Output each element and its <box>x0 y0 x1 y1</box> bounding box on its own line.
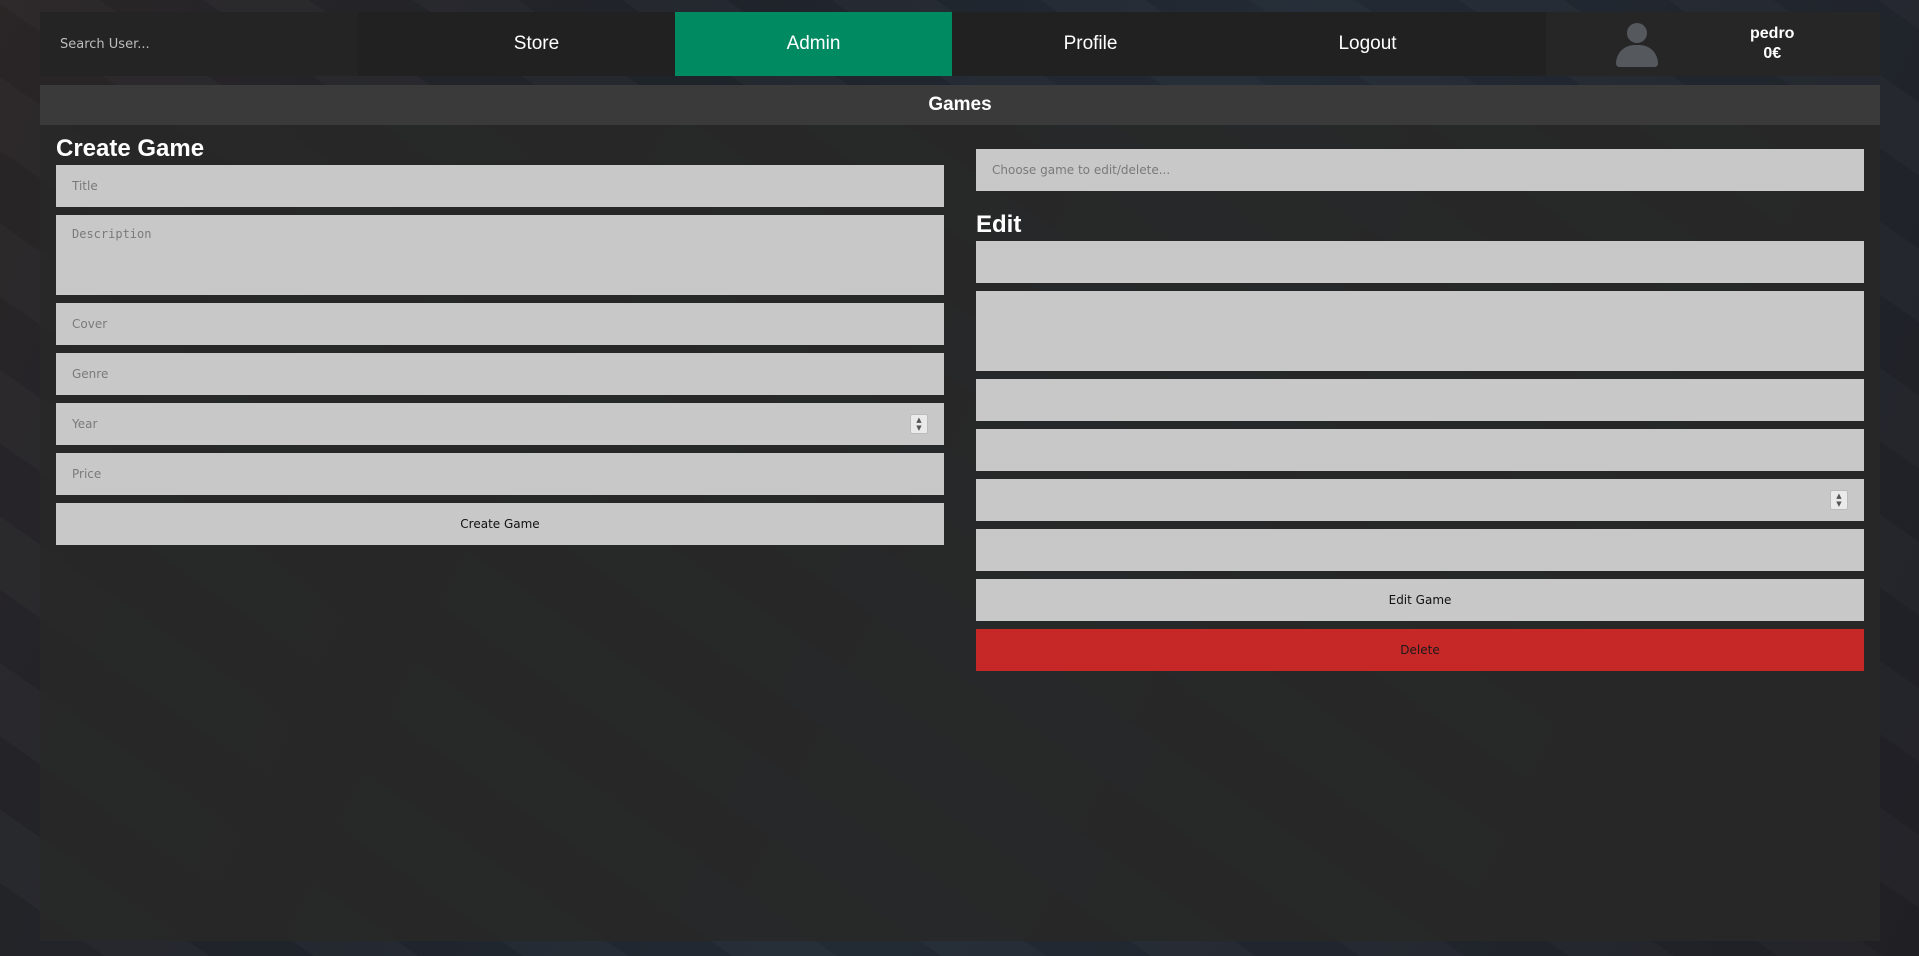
top-navigation-bar: Store Admin Profile Logout pedro 0€ <box>40 12 1880 76</box>
nav-admin[interactable]: Admin <box>675 12 952 76</box>
user-balance: 0€ <box>1763 45 1782 62</box>
create-cover-input[interactable] <box>56 303 944 345</box>
create-game-button[interactable]: Create Game <box>56 503 944 545</box>
edit-year-input[interactable] <box>976 479 1864 521</box>
edit-heading: Edit <box>976 211 1022 238</box>
user-info: pedro 0€ <box>1750 24 1794 64</box>
create-description-textarea[interactable] <box>56 215 944 295</box>
edit-year-wrapper: ▲ ▼ <box>976 479 1864 521</box>
create-genre-input[interactable] <box>56 353 944 395</box>
create-game-form: Create Game ▲▼ Create Game <box>56 133 944 545</box>
edit-title-input[interactable] <box>976 241 1864 283</box>
user-avatar-icon[interactable] <box>1614 21 1660 67</box>
edit-game-button[interactable]: Edit Game <box>976 579 1864 621</box>
delete-game-button[interactable]: Delete <box>976 629 1864 671</box>
page-title: Games <box>40 85 1880 125</box>
create-year-input[interactable] <box>56 403 944 445</box>
games-admin-panel: Games Create Game ▲▼ Create Game Edit ▲▼ <box>40 85 1880 941</box>
nav-store[interactable]: Store <box>398 12 675 76</box>
create-title-input[interactable] <box>56 165 944 207</box>
search-user-input[interactable] <box>40 12 358 76</box>
nav-logout[interactable]: Logout <box>1229 12 1506 76</box>
search-container <box>40 12 358 76</box>
username: pedro <box>1750 25 1795 42</box>
choose-game-select[interactable] <box>976 149 1864 191</box>
edit-genre-input[interactable] <box>976 429 1864 471</box>
create-game-heading: Create Game <box>56 135 205 162</box>
nav-profile[interactable]: Profile <box>952 12 1229 76</box>
create-year-wrapper: ▲▼ <box>56 403 944 445</box>
create-price-input[interactable] <box>56 453 944 495</box>
edit-year-spinner-icon[interactable]: ▲ ▼ <box>1830 490 1848 510</box>
user-summary: pedro 0€ <box>1546 12 1880 76</box>
edit-description-textarea[interactable] <box>976 291 1864 371</box>
year-spinner-icon[interactable]: ▲ ▼ <box>910 414 928 434</box>
edit-cover-input[interactable] <box>976 379 1864 421</box>
edit-price-input[interactable] <box>976 529 1864 571</box>
edit-game-form: Edit ▲▼ Edit Game Delete <box>976 133 1864 671</box>
